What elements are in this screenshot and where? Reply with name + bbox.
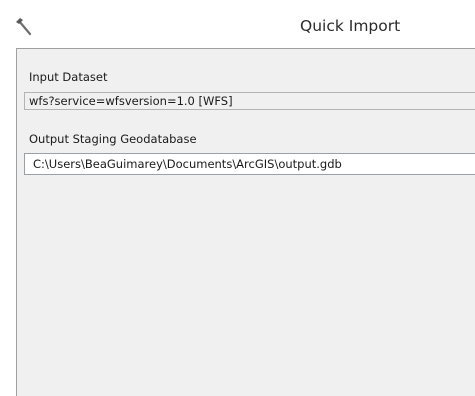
input-dataset-field[interactable]: wfs?service=wfsversion=1.0 [WFS] bbox=[24, 92, 475, 110]
quick-import-window: Quick Import Input Dataset wfs?service=w… bbox=[0, 0, 475, 396]
output-geodatabase-input[interactable]: C:\Users\BeaGuimarey\Documents\ArcGIS\ou… bbox=[24, 153, 475, 175]
hammer-icon bbox=[14, 16, 36, 38]
input-dataset-label: Input Dataset bbox=[29, 70, 108, 84]
window-title: Quick Import bbox=[300, 17, 401, 35]
output-geodatabase-label: Output Staging Geodatabase bbox=[29, 132, 197, 146]
title-bar[interactable]: Quick Import bbox=[0, 0, 475, 48]
